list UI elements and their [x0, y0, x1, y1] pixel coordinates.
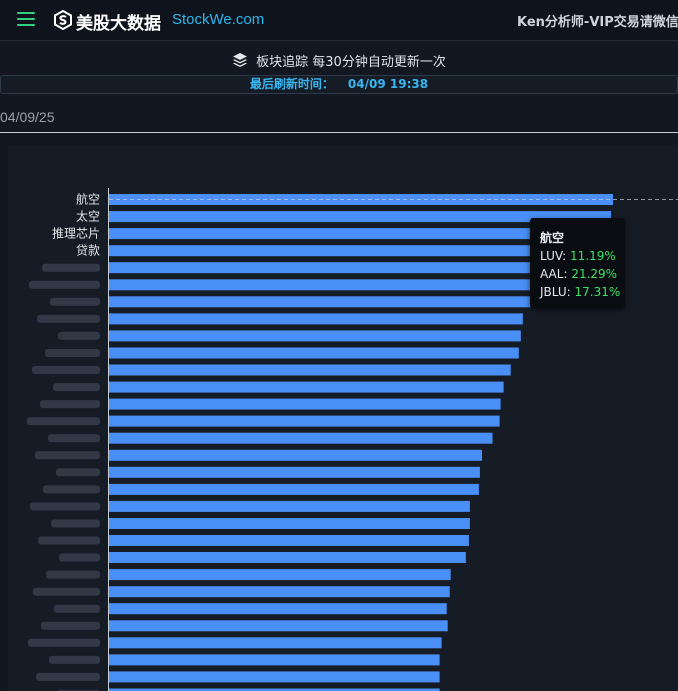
sector-bar[interactable] — [109, 381, 504, 393]
tooltip-row-aal: AAL: 21.29% — [540, 267, 617, 281]
sector-bar[interactable] — [109, 620, 448, 632]
tooltip-ticker: AAL: — [540, 267, 568, 281]
category-label-blurred — [40, 400, 100, 409]
sector-bar[interactable] — [109, 313, 523, 325]
category-label-blurred — [36, 672, 100, 681]
category-label-blurred — [51, 519, 100, 528]
sector-bar[interactable] — [109, 245, 599, 257]
sector-bar[interactable] — [109, 569, 451, 581]
category-label-blurred — [58, 331, 100, 340]
sector-bar[interactable] — [109, 330, 521, 342]
sector-bar[interactable] — [109, 654, 440, 666]
sector-bar[interactable] — [109, 518, 470, 529]
category-label-blurred — [54, 604, 100, 613]
category-label-blurred — [48, 434, 100, 443]
tooltip-value: 17.31% — [574, 285, 621, 299]
category-label-blurred — [29, 280, 100, 289]
category-label-blurred — [33, 587, 100, 596]
category-label-blurred — [56, 468, 100, 477]
sector-bar[interactable] — [109, 279, 584, 291]
sector-bar[interactable] — [109, 671, 440, 683]
tooltip-value: 11.19% — [569, 249, 616, 263]
category-label-blurred — [49, 655, 100, 664]
category-label-blurred — [37, 314, 100, 323]
tooltip-value: 21.29% — [571, 267, 618, 281]
tooltip-ticker: LUV: — [540, 249, 567, 263]
tooltip-row-jblu: JBLU: 17.31% — [540, 285, 620, 299]
category-label: 推理芯片 — [52, 227, 100, 241]
sector-bar[interactable] — [109, 347, 519, 359]
sector-bar[interactable] — [109, 296, 579, 308]
sector-bar[interactable] — [109, 432, 493, 444]
sector-bar[interactable] — [109, 262, 594, 274]
sector-bar[interactable] — [109, 398, 501, 410]
sector-bar[interactable] — [109, 466, 480, 478]
category-label-blurred — [53, 383, 100, 392]
tooltip-title: 航空 — [540, 231, 565, 245]
sector-bar[interactable] — [109, 415, 500, 427]
category-label-blurred — [42, 263, 100, 272]
category-label-blurred — [32, 366, 100, 374]
category-label-blurred — [50, 297, 100, 306]
category-label-blurred — [43, 485, 100, 494]
sector-bar[interactable] — [109, 603, 447, 615]
category-label-blurred — [35, 451, 100, 460]
chart-tooltip: 航空 LUV: 11.19% AAL: 21.29% JBLU: 17.31% — [530, 218, 625, 308]
category-label-blurred — [30, 502, 100, 511]
category-label: 航空 — [76, 192, 100, 207]
sector-bar[interactable] — [109, 552, 466, 563]
category-label-blurred — [41, 621, 100, 630]
sector-bar[interactable] — [109, 535, 469, 546]
category-label: 太空 — [76, 209, 100, 224]
category-label-blurred — [46, 570, 100, 579]
sector-bar[interactable] — [109, 586, 450, 598]
category-label-blurred — [59, 553, 100, 562]
category-label: 贷款 — [76, 244, 100, 258]
sector-bar[interactable] — [109, 500, 470, 512]
sector-bar[interactable] — [109, 449, 482, 461]
sector-bar[interactable] — [109, 483, 479, 495]
sector-bar[interactable] — [109, 637, 442, 649]
sector-bar[interactable] — [109, 364, 511, 376]
tooltip-row-luv: LUV: 11.19% — [540, 249, 616, 263]
category-label-blurred — [28, 638, 100, 647]
category-label-blurred — [38, 536, 100, 545]
category-label-blurred — [27, 417, 100, 426]
tooltip-ticker: JBLU: — [540, 285, 571, 299]
sector-bar-chart: 航空太空推理芯片贷款 — [27, 188, 678, 691]
category-label-blurred — [45, 349, 100, 357]
